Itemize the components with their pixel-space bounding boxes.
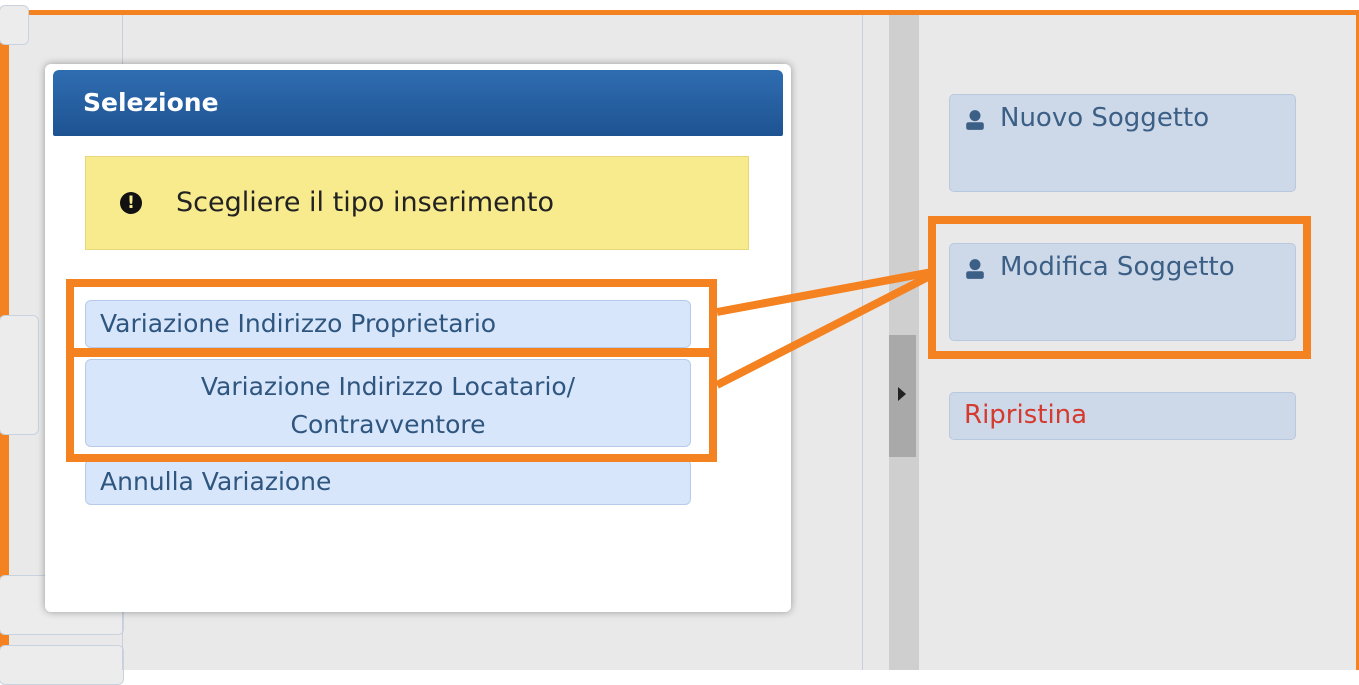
connector-lines [715, 268, 934, 389]
